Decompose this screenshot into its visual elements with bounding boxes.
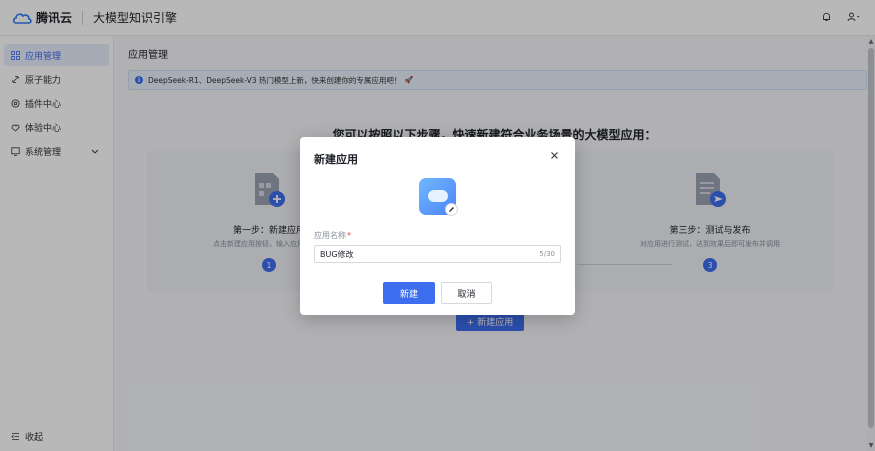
app-avatar-shape — [428, 190, 448, 202]
required-mark: * — [347, 231, 351, 240]
close-icon[interactable] — [550, 150, 559, 163]
confirm-create-button[interactable]: 新建 — [383, 282, 435, 304]
edit-avatar-icon[interactable] — [445, 203, 458, 216]
cancel-button[interactable]: 取消 — [441, 282, 492, 304]
char-counter: 5/30 — [539, 250, 555, 258]
new-app-dialog: 新建应用 应用名称* 5/30 新建 取消 — [300, 137, 575, 315]
dialog-title: 新建应用 — [314, 153, 358, 166]
app-name-input[interactable] — [314, 245, 561, 263]
app-name-label: 应用名称* — [314, 231, 351, 240]
